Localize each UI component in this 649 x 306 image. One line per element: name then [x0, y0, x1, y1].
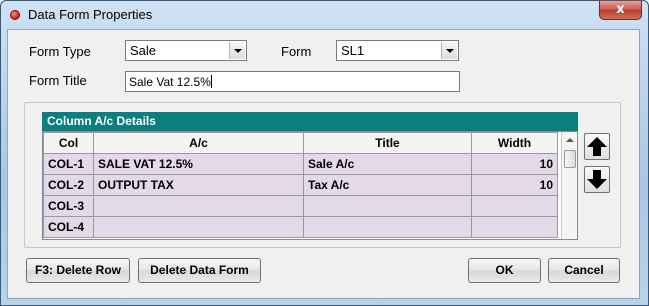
column-header-col[interactable]: Col — [43, 132, 94, 154]
cell-title[interactable] — [303, 195, 472, 217]
cell-ac[interactable] — [93, 216, 304, 238]
cell-title[interactable]: Sale A/c — [303, 153, 472, 175]
column-table: Col A/c Title Width COL-1 SALE VAT 12.5%… — [43, 132, 558, 238]
close-icon: x — [616, 2, 625, 17]
form-select[interactable]: SL1 — [336, 40, 459, 61]
table-row[interactable]: COL-1 SALE VAT 12.5% Sale A/c 10 — [43, 153, 558, 175]
cell-width[interactable]: 10 — [471, 153, 558, 175]
app-icon — [10, 10, 20, 20]
form-type-label: Form Type — [29, 44, 91, 59]
cell-col[interactable]: COL-2 — [43, 174, 94, 196]
grid-caption: Column A/c Details — [42, 112, 578, 131]
grid-scrollbar[interactable] — [561, 132, 577, 239]
move-down-button[interactable] — [584, 166, 610, 193]
table-row[interactable]: COL-4 — [43, 216, 558, 238]
arrow-up-icon — [587, 137, 607, 156]
cell-col[interactable]: COL-4 — [43, 216, 94, 238]
form-title-input[interactable]: Sale Vat 12.5% — [125, 71, 460, 92]
cancel-button[interactable]: Cancel — [548, 258, 620, 283]
cell-ac[interactable] — [93, 195, 304, 217]
form-type-select[interactable]: Sale — [125, 40, 247, 61]
chevron-down-icon[interactable] — [229, 42, 245, 59]
cell-title[interactable] — [303, 216, 472, 238]
form-label: Form — [281, 44, 312, 59]
scroll-thumb[interactable] — [564, 150, 576, 168]
window-title: Data Form Properties — [28, 7, 153, 22]
cell-width[interactable] — [471, 216, 558, 238]
cell-ac[interactable]: SALE VAT 12.5% — [93, 153, 304, 175]
table-header-row: Col A/c Title Width — [43, 132, 558, 154]
arrow-down-icon — [587, 170, 607, 189]
close-button[interactable]: x — [599, 1, 642, 20]
cell-col[interactable]: COL-1 — [43, 153, 94, 175]
cell-title[interactable]: Tax A/c — [303, 174, 472, 196]
column-header-title[interactable]: Title — [303, 132, 472, 154]
form-type-value: Sale — [130, 43, 157, 58]
cell-width[interactable]: 10 — [471, 174, 558, 196]
column-header-width[interactable]: Width — [471, 132, 558, 154]
cell-ac[interactable]: OUTPUT TAX — [93, 174, 304, 196]
chevron-down-icon[interactable] — [441, 42, 457, 59]
text-caret — [210, 75, 212, 88]
cell-col[interactable]: COL-3 — [43, 195, 94, 217]
delete-row-button[interactable]: F3: Delete Row — [26, 258, 130, 283]
table-row[interactable]: COL-3 — [43, 195, 558, 217]
column-grid[interactable]: Col A/c Title Width COL-1 SALE VAT 12.5%… — [42, 131, 578, 240]
form-value: SL1 — [341, 43, 365, 58]
form-title-value: Sale Vat 12.5% — [129, 75, 211, 89]
column-header-ac[interactable]: A/c — [93, 132, 304, 154]
move-up-button[interactable] — [584, 133, 610, 160]
title-bar[interactable]: Data Form Properties x — [1, 1, 648, 30]
table-row[interactable]: COL-2 OUTPUT TAX Tax A/c 10 — [43, 174, 558, 196]
cell-width[interactable] — [471, 195, 558, 217]
delete-data-form-button[interactable]: Delete Data Form — [138, 258, 261, 283]
ok-button[interactable]: OK — [468, 258, 541, 283]
form-title-label: Form Title — [29, 73, 87, 88]
